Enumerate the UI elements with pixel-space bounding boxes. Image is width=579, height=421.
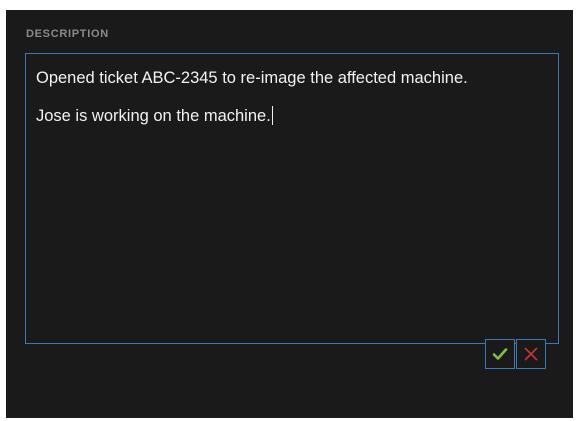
text-cursor	[271, 106, 273, 125]
x-icon	[524, 347, 538, 361]
checkmark-icon	[492, 348, 508, 360]
description-paragraph-1: Opened ticket ABC-2345 to re-image the a…	[36, 69, 468, 87]
description-paragraph-2: Jose is working on the machine.	[36, 106, 516, 126]
cancel-button[interactable]	[516, 339, 546, 369]
description-textarea[interactable]: Opened ticket ABC-2345 to re-image the a…	[25, 53, 559, 344]
confirm-button[interactable]	[485, 339, 515, 369]
section-label: DESCRIPTION	[26, 28, 109, 40]
description-paragraph-2-text: Jose is working on the machine.	[36, 107, 271, 125]
